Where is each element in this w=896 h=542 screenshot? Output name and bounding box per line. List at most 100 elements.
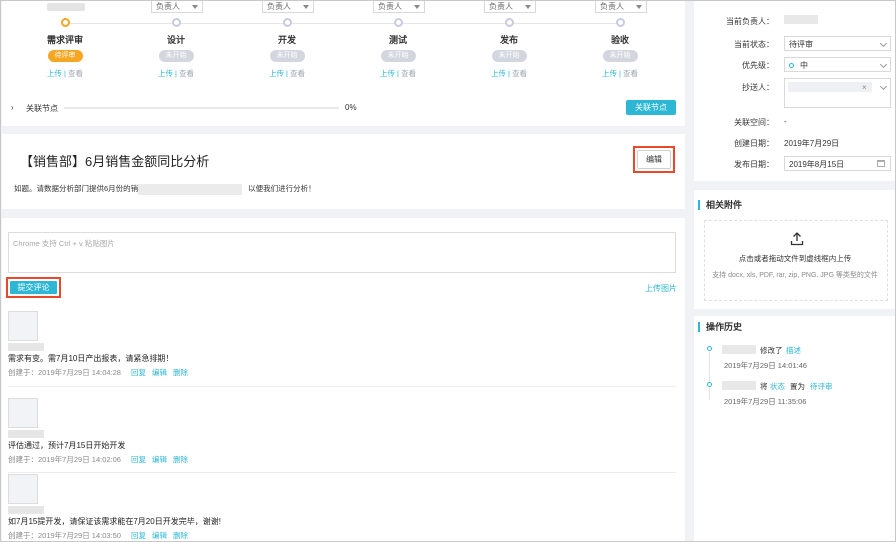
reply-link[interactable]: 回复: [131, 368, 146, 377]
reply-link[interactable]: 回复: [131, 531, 146, 540]
history-target-link[interactable]: 待评审: [810, 381, 833, 392]
step-name: 测试: [388, 35, 407, 45]
step-upload-link[interactable]: 上传: [158, 69, 173, 78]
step-view-link[interactable]: 查看: [623, 69, 638, 78]
step-dot: [171, 18, 181, 27]
assignee-placeholder: 负责人: [156, 2, 180, 11]
submit-comment-button[interactable]: 提交评论: [10, 281, 57, 294]
status-select[interactable]: 待评审: [784, 36, 891, 51]
blurred-user-name: [8, 506, 44, 514]
comment-created: 创建于：2019年7月29日 14:02:06: [8, 455, 121, 464]
edit-link[interactable]: 编辑: [152, 531, 167, 540]
cc-select[interactable]: ×: [784, 78, 891, 108]
step-view-link[interactable]: 查看: [68, 69, 83, 78]
edit-button[interactable]: 编辑: [637, 150, 671, 169]
history-time: 2019年7月29日 11:35:06: [724, 397, 807, 406]
step-status-badge: 未开始: [380, 50, 416, 62]
assoc-progress-bar: [64, 107, 339, 109]
history-card: 操作历史 修改了 描述 2019年7月29日 14:01:46 将 状态 置为 …: [694, 316, 895, 541]
step-name: 设计: [166, 35, 185, 45]
edit-link[interactable]: 编辑: [152, 455, 167, 464]
upload-icon: [790, 232, 804, 246]
reply-link[interactable]: 回复: [131, 455, 146, 464]
step-assignee-select[interactable]: 负责人: [373, 1, 425, 13]
step-dot: [60, 18, 70, 27]
comment-meta: 创建于：2019年7月29日 14:04:28 回复 编辑 删除: [8, 367, 676, 378]
task-description: 如题。请数据分析部门提供6月份的销 以便我们进行分析！: [14, 183, 316, 195]
step-view-link[interactable]: 查看: [512, 69, 527, 78]
chevron-down-icon: [879, 60, 888, 69]
space-value: -: [784, 117, 787, 126]
created-label: 创建日期：: [734, 139, 774, 148]
priority-dot-icon: [789, 63, 794, 69]
link-separator: |: [397, 69, 399, 78]
step-status-badge: 未开始: [158, 50, 194, 62]
comments-card: Chrome 支持 Ctrl + v 粘贴图片 提交评论 上传图片 需求有变。需…: [2, 218, 685, 541]
comment-created: 创建于：2019年7月29日 14:03:50: [8, 531, 121, 540]
comment-textarea[interactable]: Chrome 支持 Ctrl + v 粘贴图片: [8, 232, 676, 273]
desc-suffix: 以便我们进行分析！: [248, 184, 316, 193]
delete-link[interactable]: 删除: [173, 368, 188, 377]
step-dot: [504, 18, 514, 27]
upload-image-link[interactable]: 上传图片: [645, 283, 677, 294]
app-window: 负责人 负责人 负责人 负责人 负责人 需求评审 待评审 上传 | 查看 设计 未开…: [0, 0, 896, 542]
assignee-value: [784, 15, 818, 25]
divider: [8, 386, 676, 387]
comment-item: 需求有变。需7月10日产出报表，请紧急排期！ 创建于：2019年7月29日 14…: [8, 311, 676, 378]
chevron-down-icon: [525, 4, 531, 9]
step-assignee-select[interactable]: 负责人: [151, 1, 203, 13]
link-separator: |: [175, 69, 177, 78]
step-upload-link[interactable]: 上传: [269, 69, 284, 78]
status-value: 待评审: [789, 40, 813, 49]
assoc-node-button[interactable]: 关联节点: [626, 100, 676, 115]
step-status-badge: 未开始: [491, 50, 527, 62]
right-sidebar: 当前负责人： 当前状态： 待评审 优先级： 中 抄送人： × 关联空间： - 创…: [694, 1, 895, 541]
blurred-assignee: [784, 15, 818, 25]
space-label: 关联空间：: [734, 118, 774, 127]
step-view-link[interactable]: 查看: [179, 69, 194, 78]
cc-label: 抄送人：: [742, 83, 774, 92]
step-upload-link[interactable]: 上传: [380, 69, 395, 78]
calendar-icon: [877, 160, 885, 167]
comment-item: 评估通过，预计7月15日开始开发 创建于：2019年7月29日 14:02:06…: [8, 398, 676, 465]
comment-meta: 创建于：2019年7月29日 14:03:50 回复 编辑 删除: [8, 530, 676, 541]
step-status-badge: 待评审: [47, 50, 83, 62]
chevron-right-icon[interactable]: ›: [11, 103, 14, 112]
release-label: 发布日期：: [734, 160, 774, 169]
status-label: 当前状态：: [734, 40, 774, 49]
edit-link[interactable]: 编辑: [152, 368, 167, 377]
step-assignee-select[interactable]: 负责人: [262, 1, 314, 13]
comment-text: 如7月15提开发，请保证该需求能在7月20日开发完毕，谢谢!: [8, 517, 221, 526]
priority-select[interactable]: 中: [784, 57, 891, 72]
history-action: 将: [760, 382, 768, 391]
history-timeline: [709, 352, 710, 400]
step-view-link[interactable]: 查看: [401, 69, 416, 78]
comment-item: 如7月15提开发，请保证该需求能在7月20日开发完毕，谢谢! 创建于：2019年…: [8, 474, 676, 541]
assignee-placeholder: 负责人: [267, 2, 291, 11]
step-assignee-select[interactable]: 负责人: [595, 1, 647, 13]
attachments-card: 相关附件 点击或者拖动文件到虚线框内上传 支持 docx, xls, PDF, …: [694, 190, 895, 309]
release-date-input[interactable]: 2019年8月15日: [784, 156, 891, 171]
step-assignee-select[interactable]: 负责人: [484, 1, 536, 13]
step-upload-link[interactable]: 上传: [602, 69, 617, 78]
step-upload-link[interactable]: 上传: [491, 69, 506, 78]
blurred-user-name: [722, 381, 756, 390]
step-name: 开发: [277, 35, 296, 45]
history-field-link[interactable]: 状态: [770, 381, 785, 392]
step-view-link[interactable]: 查看: [290, 69, 305, 78]
close-icon[interactable]: ×: [862, 83, 867, 92]
step-dot: [282, 18, 292, 27]
dropzone-text: 点击或者拖动文件到虚线框内上传: [738, 254, 852, 263]
delete-link[interactable]: 删除: [173, 531, 188, 540]
comment-text: 需求有变。需7月10日产出报表，请紧急排期！: [8, 354, 174, 363]
attachments-title: 相关附件: [698, 200, 742, 210]
step-upload-link[interactable]: 上传: [47, 69, 62, 78]
blurred-user-name: [722, 345, 756, 354]
avatar: [8, 311, 38, 341]
history-target-link[interactable]: 描述: [786, 345, 801, 356]
step-status-badge: 未开始: [269, 50, 305, 62]
link-separator: |: [619, 69, 621, 78]
assoc-progress-percent: 0%: [345, 103, 357, 112]
delete-link[interactable]: 删除: [173, 455, 188, 464]
history-title: 操作历史: [698, 322, 742, 332]
